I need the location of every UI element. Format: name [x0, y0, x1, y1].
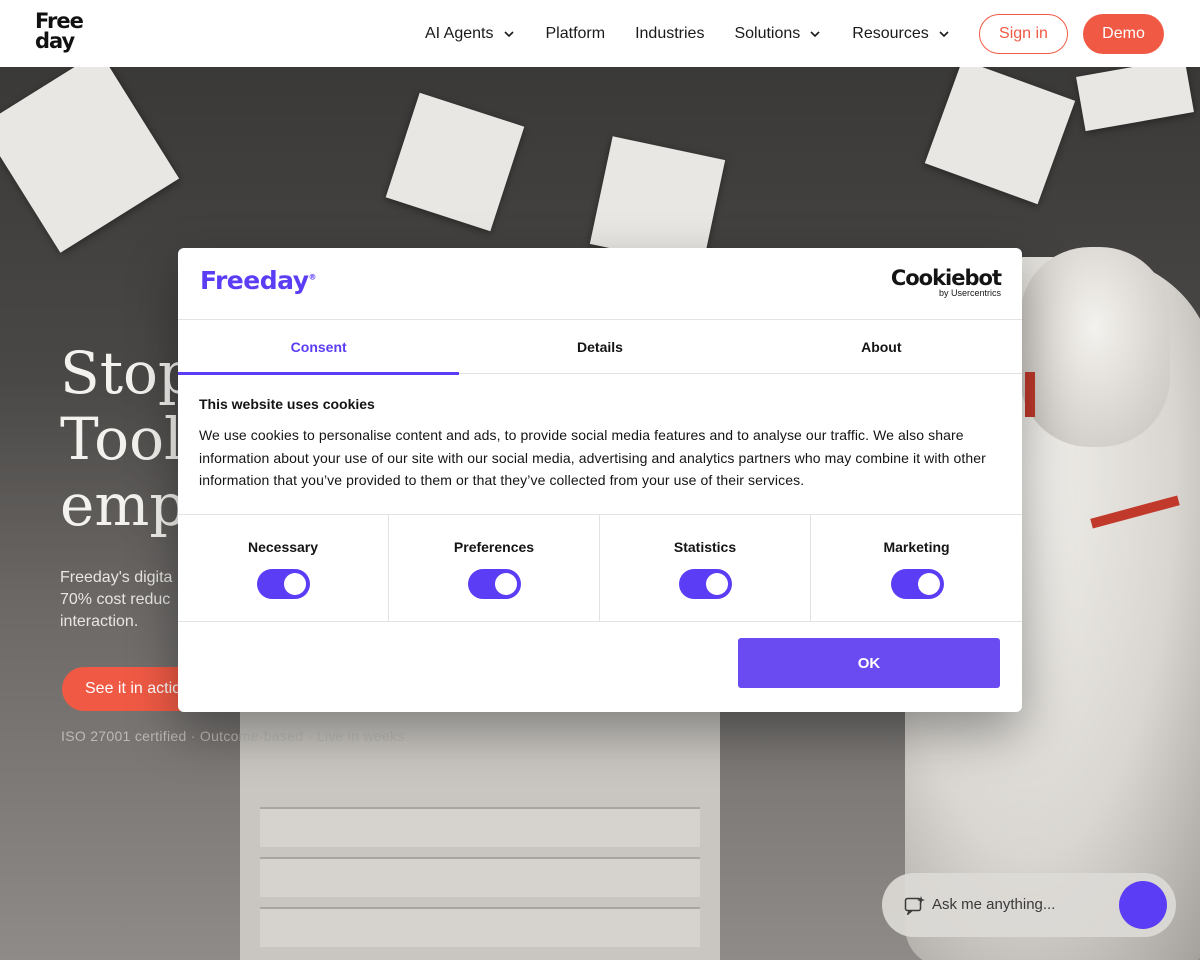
category-preferences: Preferences — [389, 515, 600, 622]
category-label: Necessary — [247, 539, 319, 555]
freeday-brand-logo: Freeday® — [200, 266, 316, 295]
dialog-description: We use cookies to personalise content an… — [199, 427, 986, 488]
cookie-consent-dialog: Freeday® Cookiebot by Usercentrics Conse… — [178, 248, 1022, 712]
cookie-category-toggles: Necessary Preferences Statistics Marketi… — [178, 514, 1022, 622]
marketing-toggle[interactable] — [890, 569, 944, 599]
category-label: Preferences — [453, 539, 535, 555]
cookiebot-logo[interactable]: Cookiebot by Usercentrics — [890, 266, 1002, 299]
toggle-knob — [706, 573, 728, 595]
dialog-tabs: Consent Details About — [178, 320, 1022, 375]
dialog-heading: This website uses cookies — [199, 396, 375, 412]
tab-about[interactable]: About — [741, 320, 1022, 374]
preferences-toggle[interactable] — [468, 569, 521, 599]
category-label: Marketing — [883, 539, 950, 555]
necessary-toggle[interactable] — [257, 569, 310, 599]
dialog-header: Freeday® Cookiebot by Usercentrics — [178, 248, 1022, 320]
category-necessary: Necessary — [178, 515, 389, 622]
brand-name: Freeday — [200, 266, 309, 295]
registered-mark: ® — [308, 272, 317, 282]
category-statistics: Statistics — [600, 515, 811, 622]
toggle-knob — [495, 573, 517, 595]
category-marketing: Marketing — [811, 515, 1022, 622]
statistics-toggle[interactable] — [679, 569, 732, 599]
tab-consent[interactable]: Consent — [178, 320, 460, 375]
cookiebot-name: Cookiebot — [890, 266, 1002, 290]
tab-details[interactable]: Details — [459, 320, 740, 374]
dialog-body: This website uses cookies We use cookies… — [199, 396, 1004, 492]
toggle-knob — [917, 573, 940, 595]
ok-button[interactable]: OK — [738, 638, 1000, 688]
toggle-knob — [284, 573, 306, 595]
category-label: Statistics — [673, 539, 737, 555]
